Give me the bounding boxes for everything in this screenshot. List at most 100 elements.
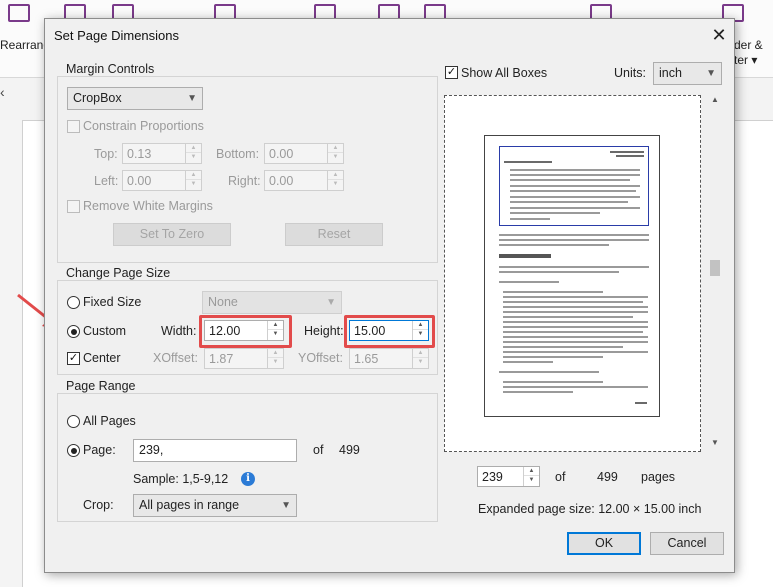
chevron-down-icon: ▼	[706, 68, 716, 79]
total-pages: 499	[339, 443, 360, 457]
chevron-down-icon: ▼	[326, 297, 336, 308]
center-label: Center	[83, 351, 121, 365]
page-range-title: Page Range	[63, 379, 139, 393]
height-value: 15.00	[354, 324, 386, 338]
xoffset-stepper[interactable]: 1.87 ▲ ▼	[204, 348, 284, 369]
increment-icon[interactable]: ▲	[524, 467, 539, 476]
preview-of-label: of	[555, 470, 566, 484]
increment-icon[interactable]: ▲	[268, 349, 283, 358]
panel-collapse-icon[interactable]: ‹	[0, 84, 10, 114]
decrement-icon[interactable]: ▼	[524, 476, 539, 485]
of-label: of	[313, 443, 324, 457]
right-margin-stepper[interactable]: 0.00 ▲ ▼	[264, 170, 344, 191]
page-label: Page:	[83, 443, 116, 457]
chevron-down-icon: ▼	[187, 93, 197, 104]
increment-icon[interactable]: ▲	[186, 144, 201, 153]
reset-button[interactable]: Reset	[285, 223, 383, 246]
fixed-size-label: Fixed Size	[83, 295, 142, 309]
top-margin-stepper[interactable]: 0.13 ▲ ▼	[122, 143, 202, 164]
increment-icon[interactable]: ▲	[413, 349, 428, 358]
info-icon[interactable]: i	[241, 472, 255, 486]
ribbon-right-label[interactable]: der &	[734, 38, 763, 52]
decrement-icon[interactable]: ▼	[413, 358, 428, 367]
side-panel	[0, 120, 22, 587]
constrain-proportions-checkbox[interactable]	[67, 120, 80, 133]
page-preview	[444, 95, 701, 452]
left-margin-stepper[interactable]: 0.00 ▲ ▼	[122, 170, 202, 191]
expanded-page-size: Expanded page size: 12.00 × 15.00 inch	[478, 502, 702, 516]
constrain-proportions-label: Constrain Proportions	[83, 119, 204, 133]
fixed-size-value: None	[208, 295, 238, 309]
yoffset-stepper[interactable]: 1.65 ▲ ▼	[349, 348, 429, 369]
yoffset-label: YOffset:	[298, 351, 343, 365]
top-margin-value: 0.13	[127, 147, 152, 161]
margin-controls-title: Margin Controls	[63, 62, 158, 76]
all-pages-radio[interactable]	[67, 415, 80, 428]
right-label: Right:	[228, 174, 261, 188]
bottom-label: Bottom:	[216, 147, 260, 161]
show-all-boxes-checkbox[interactable]: ✓	[445, 66, 458, 79]
crop-select[interactable]: All pages in range ▼	[133, 494, 297, 517]
custom-size-radio[interactable]	[67, 325, 80, 338]
top-label: Top:	[94, 147, 118, 161]
custom-size-label: Custom	[83, 324, 127, 338]
height-label: Height:	[304, 324, 344, 338]
set-to-zero-button[interactable]: Set To Zero	[113, 223, 231, 246]
cropbox-outline	[499, 146, 649, 226]
left-margin-value: 0.00	[127, 174, 152, 188]
decrement-icon[interactable]: ▼	[268, 358, 283, 367]
chevron-down-icon: ▼	[281, 500, 291, 511]
yoffset-value: 1.65	[354, 352, 379, 366]
decrement-icon[interactable]: ▼	[186, 180, 201, 189]
decrement-icon[interactable]: ▼	[186, 153, 201, 162]
close-icon[interactable]: ✕	[708, 24, 730, 46]
increment-icon[interactable]: ▲	[328, 171, 343, 180]
decrement-icon[interactable]: ▼	[268, 330, 283, 339]
increment-icon[interactable]: ▲	[268, 321, 283, 330]
remove-white-margins-label: Remove White Margins	[83, 199, 213, 213]
xoffset-value: 1.87	[209, 352, 234, 366]
decrement-icon[interactable]: ▼	[328, 180, 343, 189]
width-stepper[interactable]: 12.00 ▲ ▼	[204, 320, 284, 341]
box-type-value: CropBox	[73, 91, 122, 105]
decrement-icon[interactable]: ▼	[328, 153, 343, 162]
dialog-title: Set Page Dimensions	[54, 28, 180, 43]
remove-white-margins-checkbox[interactable]	[67, 200, 80, 213]
page-thumbnail	[484, 135, 660, 417]
increment-icon[interactable]: ▲	[186, 171, 201, 180]
increment-icon[interactable]: ▲	[413, 321, 428, 330]
crop-label: Crop:	[83, 498, 114, 512]
bottom-margin-value: 0.00	[269, 147, 294, 161]
bottom-margin-stepper[interactable]: 0.00 ▲ ▼	[264, 143, 344, 164]
increment-icon[interactable]: ▲	[328, 144, 343, 153]
left-label: Left:	[94, 174, 119, 188]
page-range-input[interactable]: 239,	[133, 439, 297, 462]
rearrange-icon[interactable]	[8, 4, 30, 22]
fixed-size-select[interactable]: None ▼	[202, 291, 342, 314]
xoffset-label: XOffset:	[153, 351, 198, 365]
ribbon-right-label[interactable]: ter ▾	[734, 53, 757, 67]
height-stepper[interactable]: 15.00 ▲ ▼	[349, 320, 429, 341]
preview-page-stepper[interactable]: 239 ▲ ▼	[477, 466, 540, 487]
decrement-icon[interactable]: ▼	[413, 330, 428, 339]
scroll-up-icon[interactable]: ▲	[709, 95, 721, 109]
all-pages-label: All Pages	[83, 414, 136, 428]
page-range-radio[interactable]	[67, 444, 80, 457]
preview-page-value: 239	[482, 470, 503, 484]
show-all-boxes-label: Show All Boxes	[461, 66, 548, 80]
scroll-down-icon[interactable]: ▼	[709, 438, 721, 452]
units-select[interactable]: inch ▼	[653, 62, 722, 85]
cancel-button[interactable]: Cancel	[650, 532, 724, 555]
center-checkbox[interactable]: ✓	[67, 352, 80, 365]
crop-value: All pages in range	[139, 498, 240, 512]
width-value: 12.00	[209, 324, 241, 338]
set-page-dimensions-dialog: Set Page Dimensions ✕ Margin Controls Cr…	[44, 18, 735, 573]
preview-total-pages: 499	[597, 470, 618, 484]
fixed-size-radio[interactable]	[67, 296, 80, 309]
change-page-size-title: Change Page Size	[63, 266, 174, 280]
ok-button[interactable]: OK	[567, 532, 641, 555]
width-label: Width:	[161, 324, 197, 338]
scroll-thumb[interactable]	[710, 260, 720, 276]
box-type-select[interactable]: CropBox ▼	[67, 87, 203, 110]
preview-scrollbar[interactable]: ▲ ▼	[708, 95, 722, 452]
